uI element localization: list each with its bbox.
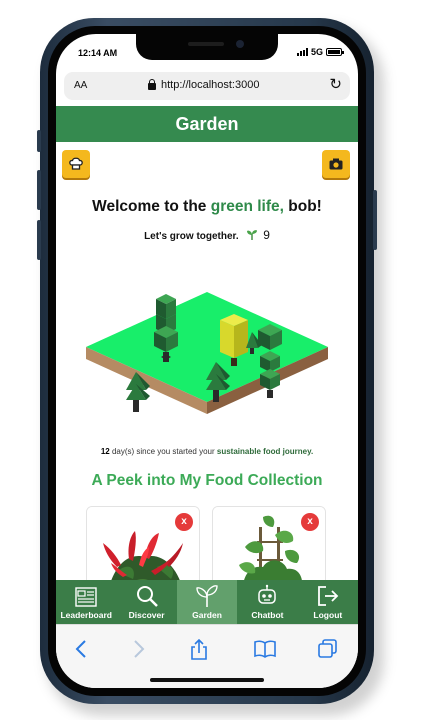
status-indicators: 5G [296,47,344,57]
mute-switch [37,130,41,152]
tagline-text: Let's grow together. [144,231,239,242]
nav-chatbot[interactable]: Chatbot [237,580,297,624]
stage: 12:14 AM 5G AA http://localhost:3000 ↻ G… [0,0,424,720]
chef-hat-icon [69,157,83,170]
network-label: 5G [310,47,323,57]
camera-button[interactable] [322,150,350,178]
nav-discover-label: Discover [128,610,165,620]
plant-icon [196,585,218,607]
tabs-icon[interactable] [318,639,338,659]
battery-icon [326,48,344,56]
plant-count: 9 [263,228,270,242]
nav-garden[interactable]: Garden [176,580,238,624]
home-indicator [150,678,264,682]
nav-discover[interactable]: Discover [116,580,176,624]
nav-leaderboard[interactable]: Leaderboard [56,580,116,624]
power-button [373,190,377,250]
welcome-highlight: green life, [210,198,284,215]
chef-hat-button[interactable] [62,150,90,178]
reload-icon[interactable]: ↻ [329,75,342,93]
days-highlight: sustainable food journey. [216,447,314,456]
camera-icon [329,158,343,170]
nav-leaderboard-label: Leaderboard [60,610,112,620]
leaderboard-icon [75,587,97,607]
tagline: Let's grow together. 9 [56,228,358,242]
url-display[interactable]: http://localhost:3000 [148,78,260,91]
bottom-nav: Leaderboard Discover Garden Chatbot Logo… [56,580,358,624]
forward-icon[interactable] [132,639,146,659]
logout-icon [317,586,339,606]
search-icon [136,586,158,607]
sprout-icon [247,230,258,240]
nav-chatbot-label: Chatbot [251,610,284,620]
volume-up-button [37,170,41,210]
garden-lawn [86,292,328,402]
url-text: http://localhost:3000 [161,79,260,91]
text-size-button[interactable]: AA [74,80,87,91]
bookmarks-icon[interactable] [254,639,276,659]
page-title: Garden [56,106,358,142]
remove-chili-button[interactable]: x [175,513,193,531]
screen: 12:14 AM 5G AA http://localhost:3000 ↻ G… [56,34,358,688]
status-time: 12:14 AM [78,48,118,58]
back-icon[interactable] [74,639,88,659]
nav-logout[interactable]: Logout [298,580,358,624]
nav-garden-label: Garden [192,610,222,620]
welcome-heading: Welcome to the green life, bob! [56,198,358,216]
remove-tomato-button[interactable]: x [301,513,319,531]
welcome-prefix: Welcome to the [92,198,211,215]
signal-icon [296,48,308,56]
welcome-suffix: bob! [283,198,322,215]
nav-logout-label: Logout [313,610,343,620]
collection-title: A Peek into My Food Collection [91,472,323,489]
garden-scene [86,292,328,414]
notch [136,34,278,60]
days-middle: day(s) since you started your [109,447,217,456]
days-count: 12 [100,447,110,456]
lock-icon [148,78,156,90]
volume-down-button [37,220,41,260]
address-bar[interactable]: AA http://localhost:3000 ↻ [64,72,350,100]
journey-days: 12 day(s) since you started your sustain… [56,447,358,456]
share-icon[interactable] [190,639,208,661]
robot-icon [258,584,277,604]
